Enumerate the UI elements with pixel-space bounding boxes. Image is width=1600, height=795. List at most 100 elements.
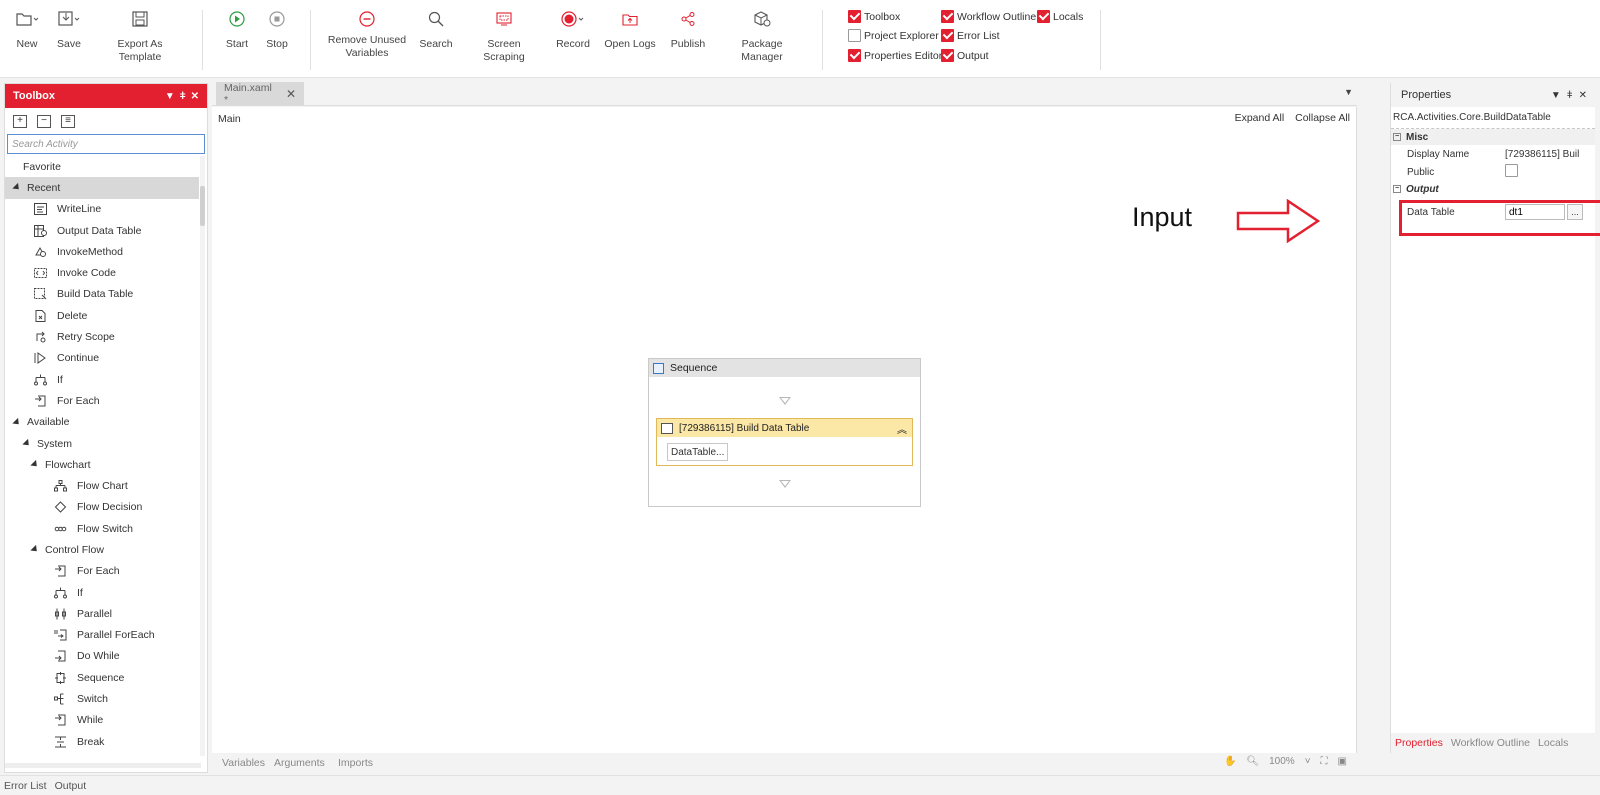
list-item[interactable]: If <box>5 369 199 390</box>
list-item[interactable]: For Each <box>5 561 199 582</box>
expand-triangle-icon[interactable] <box>30 545 40 555</box>
sequence-header[interactable]: Sequence <box>649 359 920 377</box>
save-button[interactable]: Save <box>56 6 82 72</box>
expand-triangle-icon[interactable] <box>12 417 22 427</box>
zoom-icon[interactable]: 🔍︎ <box>1246 756 1259 767</box>
stop-button[interactable]: Stop <box>262 6 292 72</box>
tab-imports[interactable]: Imports <box>338 757 373 769</box>
datatable-button[interactable]: DataTable... <box>667 443 729 461</box>
dropdown-icon[interactable]: ▼ <box>165 91 175 102</box>
expand-triangle-icon[interactable] <box>30 460 40 470</box>
list-item[interactable]: Continue <box>5 348 199 369</box>
list-item[interactable]: Flow Chart <box>5 475 199 496</box>
tab-output[interactable]: Output <box>55 780 87 792</box>
remove-unused-variables-button[interactable]: Remove Unused Variables <box>324 6 410 72</box>
collapse-all-link[interactable]: Collapse All <box>1295 112 1350 124</box>
search-button[interactable]: Search <box>418 6 454 72</box>
list-view-icon[interactable]: ≡ <box>61 114 75 128</box>
list-item[interactable]: Retry Scope <box>5 326 199 347</box>
expand-all-link[interactable]: Expand All <box>1235 112 1285 124</box>
close-icon[interactable]: ✕ <box>286 87 296 101</box>
tree-item-recent[interactable]: Recent <box>5 177 199 199</box>
drop-target-arrow-icon[interactable] <box>779 397 791 405</box>
tab-properties[interactable]: Properties <box>1395 737 1443 749</box>
list-item[interactable]: Output Data Table <box>5 220 199 241</box>
list-item[interactable]: Sequence <box>5 667 199 688</box>
category-output[interactable]: − Output <box>1391 181 1595 197</box>
drop-target-arrow-icon[interactable] <box>779 480 791 488</box>
tree-item-flowchart[interactable]: Flowchart <box>5 454 199 475</box>
record-button[interactable]: Record <box>556 6 590 72</box>
collapse-all-icon[interactable]: − <box>37 114 51 128</box>
export-template-button[interactable]: Export As Template <box>96 6 184 72</box>
checkbox-checked[interactable] <box>941 10 954 23</box>
list-item[interactable]: Invoke Code <box>5 262 199 283</box>
pin-icon[interactable]: ǂ <box>180 91 186 102</box>
expand-triangle-icon[interactable] <box>22 438 32 449</box>
tab-workflow-outline[interactable]: Workflow Outline <box>1451 737 1530 749</box>
close-icon[interactable]: ✕ <box>1579 90 1587 101</box>
open-logs-button[interactable]: Open Logs <box>604 6 656 72</box>
tree-item-available[interactable]: Available <box>5 412 199 433</box>
collapse-chevron-icon[interactable]: ︽ <box>897 421 907 436</box>
list-item[interactable]: Parallel ForEach <box>5 625 199 646</box>
collapse-box-icon[interactable]: − <box>1393 133 1401 141</box>
checkbox-unchecked[interactable] <box>848 29 861 42</box>
scrollbar-thumb[interactable] <box>200 186 205 226</box>
zoom-dropdown-icon[interactable]: ˅ <box>1305 756 1311 767</box>
dropdown-icon[interactable]: ▼ <box>1551 90 1561 101</box>
list-item[interactable]: Delete <box>5 305 199 326</box>
pin-icon[interactable]: ǂ <box>1567 90 1573 101</box>
list-item[interactable]: If <box>5 582 199 603</box>
tab-main-xaml[interactable]: Main.xaml * ✕ <box>216 82 304 106</box>
tree-item-system[interactable]: System <box>5 433 199 454</box>
tree-item-favorite[interactable]: Favorite <box>5 156 199 177</box>
pan-hand-icon[interactable]: ✋ <box>1224 756 1236 767</box>
expand-all-icon[interactable]: + <box>13 114 27 128</box>
package-manager-button[interactable]: Package Manager <box>720 6 804 72</box>
list-item[interactable]: Switch <box>5 688 199 709</box>
overview-icon[interactable]: ▣ <box>1338 756 1347 767</box>
start-button[interactable]: Start <box>222 6 252 72</box>
toolbox-scrollbar[interactable] <box>200 156 205 756</box>
panel-toggle-error-list[interactable]: Error List <box>941 29 1000 42</box>
tab-locals[interactable]: Locals <box>1538 737 1568 749</box>
list-item[interactable]: Break <box>5 731 199 752</box>
collapse-box-icon[interactable]: − <box>1393 185 1401 193</box>
checkbox-checked[interactable] <box>848 10 861 23</box>
tab-arguments[interactable]: Arguments <box>274 757 325 769</box>
list-item[interactable]: InvokeMethod <box>5 241 199 262</box>
tab-list-dropdown-icon[interactable]: ▼ <box>1344 87 1353 97</box>
list-item[interactable]: Do While <box>5 646 199 667</box>
tab-variables[interactable]: Variables <box>222 757 265 769</box>
publish-button[interactable]: Publish <box>668 6 708 72</box>
panel-toggle-properties-editor[interactable]: Properties Editor <box>848 49 942 62</box>
list-item[interactable]: While <box>5 710 199 731</box>
checkbox-checked[interactable] <box>941 49 954 62</box>
checkbox-checked[interactable] <box>848 49 861 62</box>
category-misc[interactable]: − Misc <box>1391 129 1595 145</box>
sequence-activity[interactable]: Sequence [729386115] Build Data Table ︽ … <box>648 358 921 507</box>
list-item[interactable]: Flow Switch <box>5 518 199 539</box>
list-item[interactable]: Build Data Table <box>5 284 199 305</box>
panel-toggle-output[interactable]: Output <box>941 49 989 62</box>
panel-toggle-toolbox[interactable]: Toolbox <box>848 10 900 23</box>
list-item[interactable]: WriteLine <box>5 199 199 220</box>
new-button[interactable]: New <box>14 6 40 72</box>
list-item[interactable]: Flow Decision <box>5 497 199 518</box>
search-activity-input[interactable] <box>7 134 205 154</box>
expand-triangle-icon[interactable] <box>12 183 22 193</box>
public-checkbox[interactable] <box>1505 164 1518 177</box>
list-item[interactable]: Parallel <box>5 603 199 624</box>
fit-to-screen-icon[interactable]: ⛶ <box>1321 756 1328 767</box>
zoom-level[interactable]: 100% <box>1269 756 1295 767</box>
list-item[interactable]: For Each <box>5 390 199 411</box>
display-name-value[interactable]: [729386115] Buil <box>1505 149 1595 160</box>
panel-toggle-locals[interactable]: Locals <box>1037 10 1083 23</box>
screen-scraping-button[interactable]: Screen Scraping <box>466 6 542 72</box>
toolbox-horizontal-scrollbar[interactable] <box>5 763 201 768</box>
build-data-table-activity[interactable]: [729386115] Build Data Table ︽ DataTable… <box>656 418 913 466</box>
checkbox-checked[interactable] <box>1037 10 1050 23</box>
checkbox-checked[interactable] <box>941 29 954 42</box>
close-icon[interactable]: ✕ <box>191 91 199 102</box>
